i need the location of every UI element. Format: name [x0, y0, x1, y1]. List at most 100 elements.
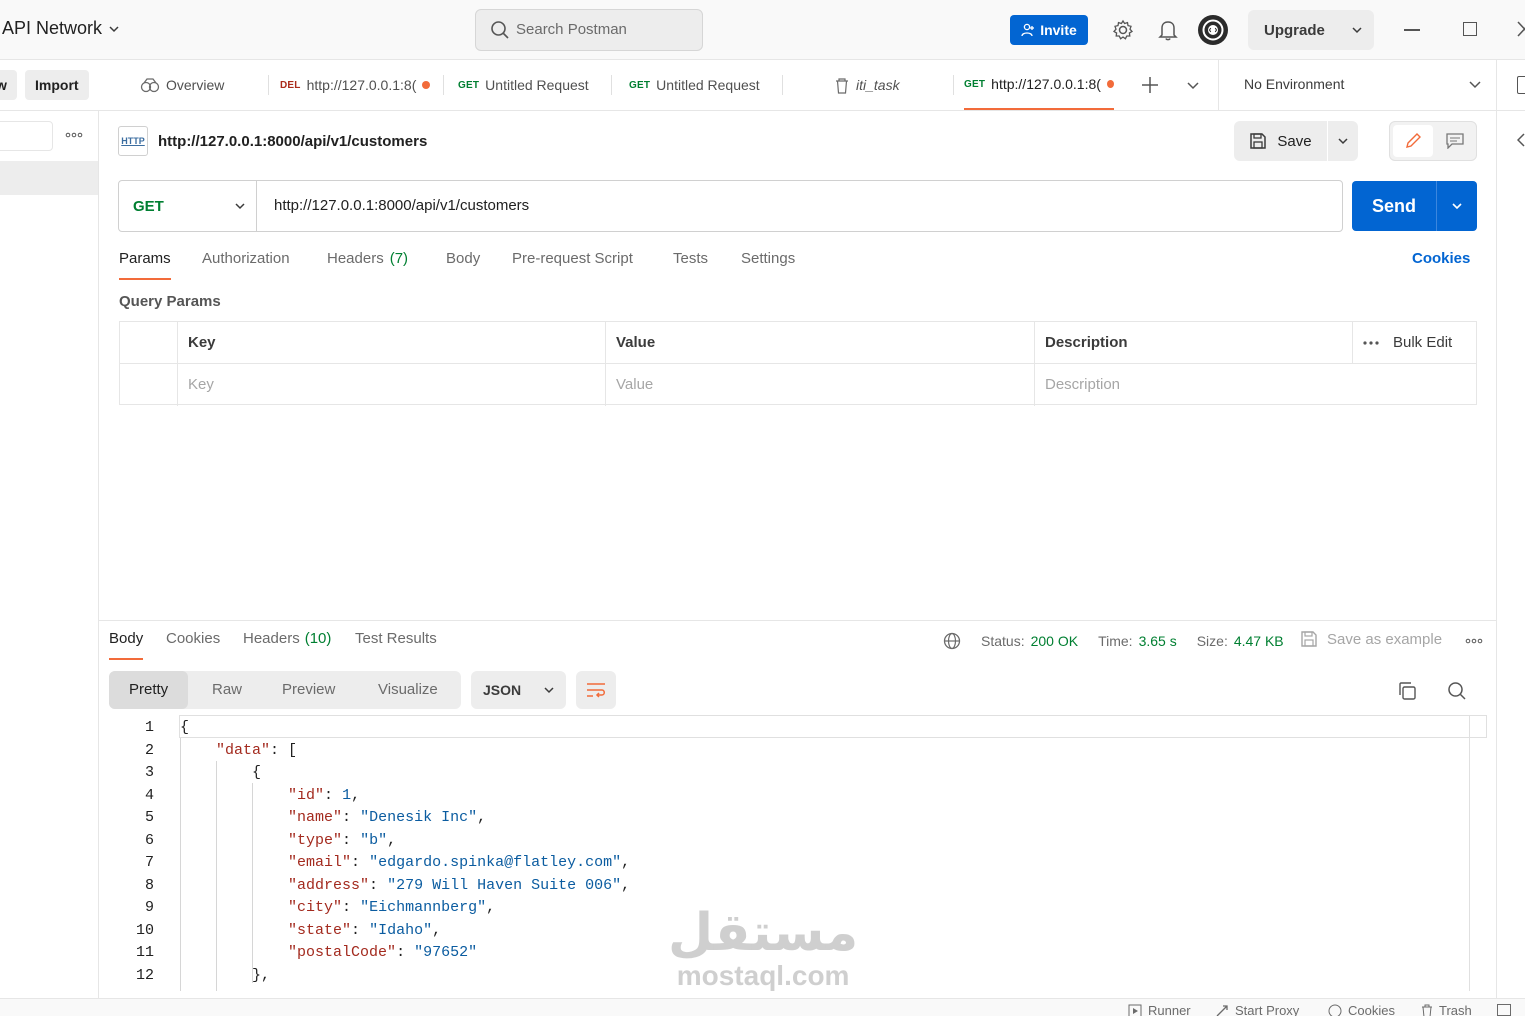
tab-active-request[interactable]: GET http://127.0.0.1:8( [964, 60, 1114, 110]
more-icon[interactable] [1465, 637, 1483, 645]
bell-icon[interactable] [1158, 19, 1178, 41]
response-tab-test-results[interactable]: Test Results [355, 630, 437, 660]
runner-button[interactable]: Runner [1128, 1003, 1191, 1016]
method-badge: GET [629, 79, 651, 91]
maximize-icon[interactable] [1463, 22, 1477, 36]
row-checkbox[interactable] [120, 364, 177, 406]
tab-delete-request[interactable]: DEL http://127.0.0.1:8( [280, 60, 431, 110]
value-input[interactable]: Value [605, 364, 1034, 406]
description-input[interactable]: Description [1034, 364, 1478, 406]
url-input[interactable]: http://127.0.0.1:8000/api/v1/customers [274, 181, 529, 231]
environment-selector[interactable]: No Environment [1244, 76, 1482, 92]
search-input[interactable]: Search Postman [475, 9, 703, 51]
code-line: "postalCode": "97652" [288, 944, 478, 961]
time-value: 3.65 s [1138, 633, 1177, 649]
upgrade-label: Upgrade [1264, 21, 1325, 39]
code-line: "id": 1, [288, 787, 361, 804]
layout-icon[interactable] [1497, 1004, 1511, 1016]
trash-button[interactable]: Trash [1421, 1003, 1472, 1016]
cookies-button[interactable]: Cookies [1328, 1003, 1395, 1016]
import-button[interactable]: Import [25, 70, 89, 100]
save-icon [1300, 630, 1318, 648]
search-placeholder: Search Postman [516, 21, 627, 38]
divider [1496, 60, 1497, 110]
save-as-example-button[interactable]: Save as example [1300, 630, 1442, 648]
comments-button[interactable] [1435, 125, 1475, 157]
tab-untitled-request[interactable]: GET Untitled Request [458, 60, 589, 110]
line-number: 3 [144, 764, 154, 781]
json-value: "Eichmannberg" [360, 899, 487, 916]
tab-tests[interactable]: Tests [673, 250, 708, 280]
new-button[interactable]: w [0, 70, 17, 100]
checkbox-column [120, 322, 177, 363]
json-value: "edgardo.spinka@flatley.com" [369, 854, 622, 871]
comment-icon [1446, 133, 1464, 149]
gear-icon[interactable] [1112, 19, 1134, 41]
size-label: Size: [1196, 633, 1228, 649]
line-number: 1 [144, 719, 154, 736]
globe-icon[interactable] [943, 632, 961, 650]
cookie-icon [1328, 1004, 1342, 1016]
upgrade-button[interactable]: Upgrade [1248, 10, 1374, 50]
search-icon [490, 20, 510, 40]
tab-authorization[interactable]: Authorization [202, 250, 290, 280]
key-header: Key [177, 322, 605, 363]
method-badge: DEL [280, 79, 301, 91]
response-tab-body[interactable]: Body [109, 630, 144, 660]
scrollbar-track[interactable] [1469, 715, 1470, 991]
tab-untitled-request[interactable]: GET Untitled Request [629, 60, 760, 110]
close-icon[interactable] [1517, 21, 1525, 37]
chevron-left-icon[interactable] [1517, 133, 1525, 147]
more-icon[interactable] [1363, 340, 1379, 346]
view-tab-visualize[interactable]: Visualize [358, 671, 458, 709]
search-icon[interactable] [1447, 681, 1467, 701]
view-tab-pretty[interactable]: Pretty [109, 671, 189, 709]
plus-icon[interactable] [1141, 76, 1159, 94]
view-tab-preview[interactable]: Preview [262, 671, 355, 709]
view-tab-raw[interactable]: Raw [192, 671, 262, 709]
sidebar-toggle-icon[interactable] [1517, 76, 1525, 94]
format-select[interactable]: JSON [471, 671, 566, 709]
send-button[interactable]: Send [1352, 181, 1436, 231]
save-button[interactable]: Save [1234, 121, 1327, 161]
start-proxy-label: Start Proxy [1235, 1003, 1300, 1016]
sidebar-filter-input[interactable] [0, 121, 53, 151]
avatar[interactable] [1197, 14, 1229, 46]
workspace-switcher[interactable]: API Network [2, 18, 120, 39]
chevron-down-icon[interactable] [1186, 79, 1200, 91]
tab-collection[interactable]: iti_task [834, 60, 900, 110]
tab-params[interactable]: Params [119, 250, 171, 280]
save-options-button[interactable] [1328, 121, 1358, 161]
copy-icon[interactable] [1397, 681, 1417, 701]
edit-mode-button[interactable] [1393, 125, 1433, 157]
tab-settings[interactable]: Settings [741, 250, 795, 280]
json-key: "address" [288, 877, 370, 894]
start-proxy-button[interactable]: Start Proxy [1215, 1003, 1299, 1016]
response-tab-headers[interactable]: Headers (10) [243, 630, 331, 660]
code-line: "name": "Denesik Inc", [288, 809, 487, 826]
trash-icon [834, 77, 850, 94]
response-tab-cookies[interactable]: Cookies [166, 630, 220, 660]
method-select[interactable]: GET [119, 181, 257, 231]
sidebar-item-selected[interactable] [0, 161, 98, 195]
minimize-icon[interactable] [1404, 29, 1420, 31]
cookies-link[interactable]: Cookies [1412, 250, 1470, 280]
tab-body[interactable]: Body [446, 250, 480, 280]
json-key: "email" [288, 854, 352, 871]
query-params-title: Query Params [119, 293, 221, 310]
json-value: 1 [342, 787, 352, 804]
send-options-button[interactable] [1437, 181, 1477, 231]
tab-overview[interactable]: Overview [140, 60, 224, 110]
bulk-edit-button[interactable]: Bulk Edit [1393, 322, 1452, 363]
tab-headers[interactable]: Headers (7) [327, 250, 408, 280]
response-headers-label: Headers [243, 630, 300, 647]
table-row: Key Value Description [120, 364, 1476, 406]
more-icon[interactable] [65, 128, 83, 142]
code-line: { [180, 764, 262, 781]
json-value: "Idaho" [369, 922, 433, 939]
tab-prerequest-script[interactable]: Pre-request Script [512, 250, 633, 280]
invite-button[interactable]: Invite [1010, 15, 1088, 45]
new-label: w [0, 77, 7, 93]
wrap-lines-button[interactable] [576, 671, 616, 709]
key-input[interactable]: Key [177, 364, 605, 406]
